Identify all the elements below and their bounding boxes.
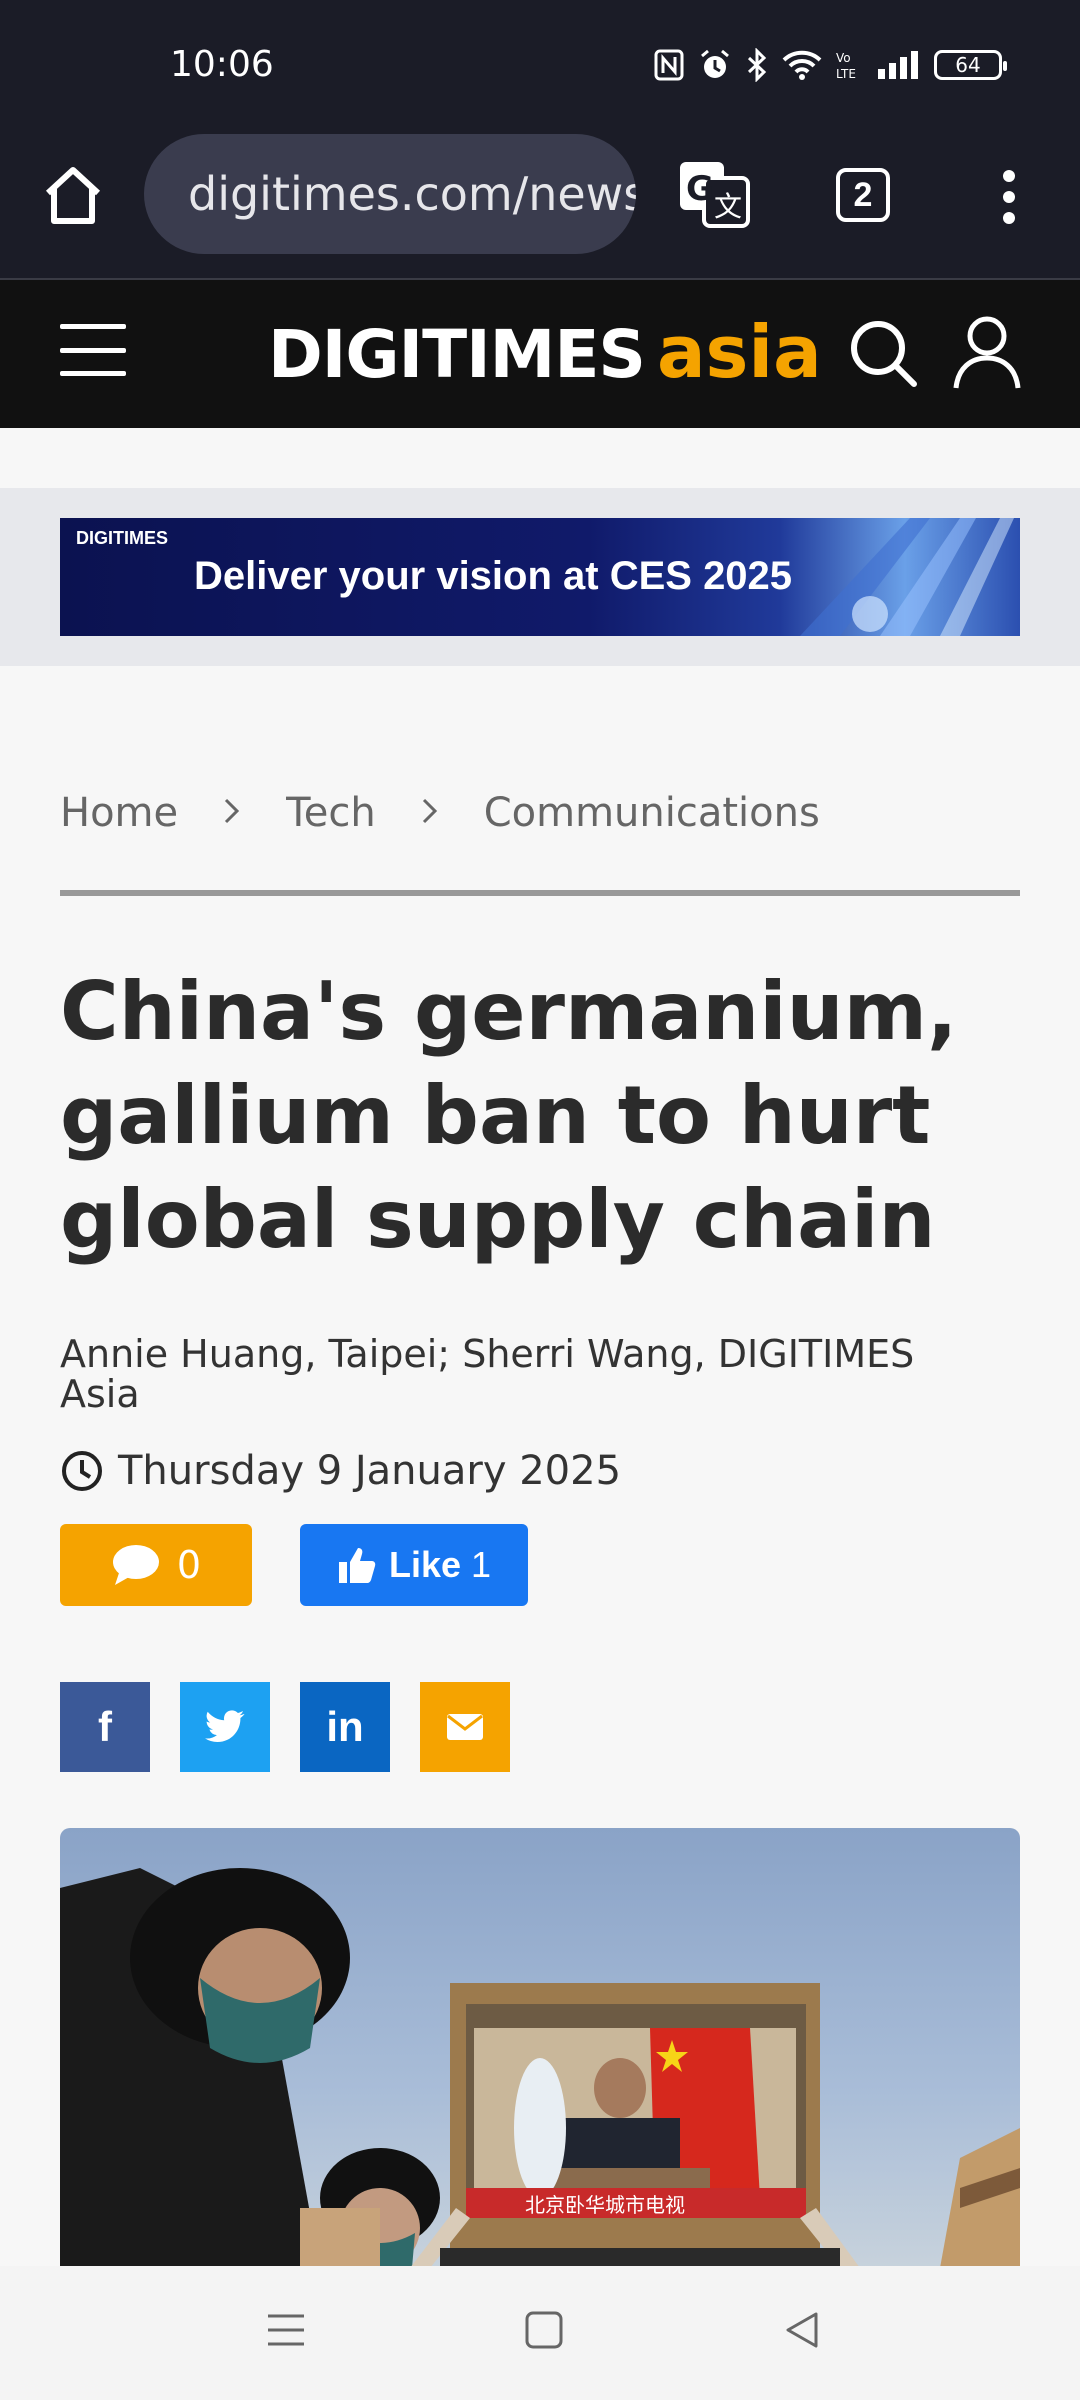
linkedin-icon: in: [326, 1703, 364, 1750]
status-bar: 10:06 Vo LTE 64: [0, 0, 1080, 120]
status-time: 10:06: [170, 44, 274, 85]
bluetooth-icon: [746, 48, 768, 82]
ad-headline: Deliver your vision at CES 2025: [194, 554, 793, 598]
share-linkedin-button[interactable]: in: [300, 1682, 390, 1772]
breadcrumb-home[interactable]: Home: [60, 790, 178, 836]
menu-dot: [1003, 170, 1015, 182]
article-authors: Annie Huang, Taipei; Sherri Wang, DIGITI…: [60, 1332, 915, 1416]
hero-screen-text: 北京卧华城市电视: [525, 2193, 685, 2217]
chevron-right-icon: [420, 790, 440, 836]
article-date: Thursday 9 January 2025: [60, 1448, 621, 1494]
breadcrumb-communications[interactable]: Communications: [484, 790, 820, 836]
svg-text:文: 文: [714, 190, 742, 223]
hamburger-menu-button[interactable]: [60, 324, 126, 376]
url-bar[interactable]: digitimes.com/news: [144, 134, 636, 254]
clock-icon: [62, 1451, 102, 1491]
chevron-right-icon: [222, 790, 242, 836]
ad-graphic: [800, 518, 1014, 636]
back-nav-icon[interactable]: [782, 2310, 822, 2350]
ad-brand: DIGITIMES: [76, 528, 169, 548]
logo-main: DIGITIMES: [268, 316, 646, 393]
user-icon: [953, 316, 1021, 389]
search-icon: [851, 321, 917, 387]
menu-dot: [1003, 212, 1015, 224]
svg-text:G: G: [686, 169, 714, 209]
nfc-icon: [654, 48, 684, 82]
breadcrumb: Home Tech Communications: [60, 790, 820, 836]
breadcrumb-divider: [60, 890, 1020, 896]
site-header: DIGITIMES asia: [0, 280, 1080, 428]
breadcrumb-tech[interactable]: Tech: [286, 790, 376, 836]
article-hero-image: 北京卧华城市电视: [60, 1828, 1020, 2268]
hamburger-line: [60, 371, 126, 376]
hamburger-line: [60, 347, 126, 353]
battery-icon: 64: [934, 48, 1007, 82]
article-date-text: Thursday 9 January 2025: [118, 1448, 622, 1494]
share-twitter-button[interactable]: [180, 1682, 270, 1772]
facebook-like-button[interactable]: Like 1: [300, 1524, 528, 1606]
url-text: digitimes.com/news: [188, 167, 636, 221]
share-email-button[interactable]: [420, 1682, 510, 1772]
alarm-icon: [698, 48, 732, 82]
facebook-icon: f: [98, 1703, 112, 1750]
search-button[interactable]: [848, 318, 918, 393]
like-count: 1: [471, 1544, 492, 1585]
hamburger-line: [60, 324, 126, 329]
ad-banner[interactable]: DIGITIMES Deliver your vision at CES 202…: [60, 518, 1020, 636]
svg-text:LTE: LTE: [836, 67, 856, 81]
tab-switcher-button[interactable]: 2: [836, 168, 890, 222]
translate-button[interactable]: G文: [676, 156, 752, 232]
status-icons: Vo LTE 64: [654, 48, 1007, 82]
wifi-icon: [782, 48, 822, 82]
like-label: Like: [388, 1544, 461, 1585]
home-icon: [45, 167, 101, 224]
browser-toolbar: digitimes.com/news G文 2: [0, 120, 1080, 280]
signal-icon: [876, 48, 920, 82]
comment-count: 0: [176, 1543, 202, 1587]
recents-menu-icon[interactable]: [266, 2310, 306, 2350]
ad-container: DIGITIMES Deliver your vision at CES 202…: [0, 488, 1080, 666]
site-logo[interactable]: DIGITIMES asia: [268, 310, 822, 394]
logo-accent: asia: [656, 310, 822, 394]
translate-icon: G文: [680, 162, 750, 228]
comment-icon: [112, 1545, 159, 1585]
article-title: China's germanium, gallium ban to hurt g…: [60, 965, 958, 1266]
system-nav-bar: [0, 2266, 1080, 2400]
email-icon: [447, 1714, 483, 1740]
share-facebook-button[interactable]: f: [60, 1682, 150, 1772]
thumbs-up-icon: [338, 1548, 376, 1583]
home-nav-icon[interactable]: [524, 2310, 564, 2350]
twitter-icon: [205, 1710, 245, 1742]
hero-photo: 北京卧华城市电视: [60, 1868, 1020, 2268]
browser-menu-button[interactable]: [994, 164, 1024, 230]
menu-dot: [1003, 191, 1015, 203]
volte-icon: Vo LTE: [836, 48, 862, 82]
home-button[interactable]: [38, 160, 108, 230]
svg-text:Vo: Vo: [836, 51, 851, 65]
comments-button[interactable]: 0: [60, 1524, 252, 1606]
account-button[interactable]: [952, 314, 1022, 395]
